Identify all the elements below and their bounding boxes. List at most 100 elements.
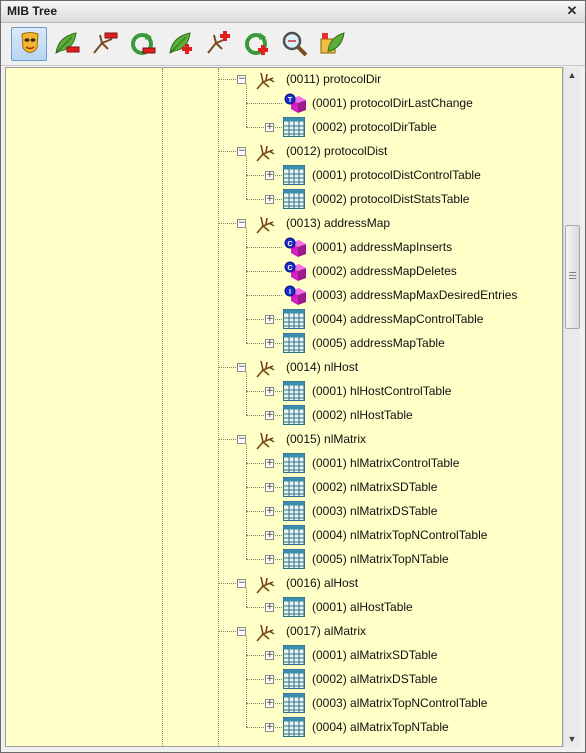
tree-leaf-node[interactable]: + (0001) alMatrixSDTable	[6, 644, 546, 668]
node-label[interactable]: (0002) alMatrixDSTable	[312, 672, 437, 686]
leaf-add-button[interactable]	[163, 27, 199, 61]
expand-toggle[interactable]: +	[265, 123, 274, 132]
tree-branch-node[interactable]: − (0017) alMatrix	[6, 620, 546, 644]
node-label[interactable]: (0002) protocolDistStatsTable	[312, 192, 469, 206]
tree-leaf-node[interactable]: + (0003) alMatrixTopNControlTable	[6, 692, 546, 716]
magnifier-button[interactable]	[277, 27, 313, 61]
tree-leaf-node[interactable]: + (0002) alMatrixDSTable	[6, 668, 546, 692]
collapse-toggle[interactable]: −	[237, 147, 246, 156]
expand-toggle[interactable]: +	[265, 531, 274, 540]
expand-toggle[interactable]: +	[265, 483, 274, 492]
expand-toggle[interactable]: +	[265, 555, 274, 564]
node-label[interactable]: (0001) protocolDistControlTable	[312, 168, 481, 182]
expand-toggle[interactable]: +	[265, 171, 274, 180]
tree-leaf-node[interactable]: + (0004) nlMatrixTopNControlTable	[6, 524, 546, 548]
mib-tree-view[interactable]: − (0011) protocolDir T (0001) protocolDirLa…	[5, 67, 563, 747]
node-label[interactable]: (0004) alMatrixTopNTable	[312, 720, 449, 734]
tree-leaf-node[interactable]: + (0004) alMatrixTopNTable	[6, 716, 546, 740]
expand-toggle[interactable]: +	[265, 723, 274, 732]
tree-leaf-node[interactable]: + (0005) nlMatrixTopNTable	[6, 548, 546, 572]
node-label[interactable]: (0002) protocolDirTable	[312, 120, 437, 134]
node-label[interactable]: (0014) nlHost	[286, 360, 358, 374]
refresh-remove-button[interactable]	[125, 27, 161, 61]
tree-branch-node[interactable]: − (0015) nlMatrix	[6, 428, 546, 452]
collapse-toggle[interactable]: −	[237, 219, 246, 228]
title-bar: MIB Tree ✕	[1, 1, 585, 23]
branch-remove-button[interactable]	[87, 27, 123, 61]
node-label[interactable]: (0003) nlMatrixDSTable	[312, 504, 437, 518]
expand-toggle[interactable]: +	[265, 339, 274, 348]
node-label[interactable]: (0001) protocolDirLastChange	[312, 96, 473, 110]
scroll-up-button[interactable]: ▲	[564, 67, 580, 83]
expand-toggle[interactable]: +	[265, 603, 274, 612]
scroll-thumb[interactable]	[565, 225, 580, 329]
tree-leaf-node[interactable]: + (0002) nlMatrixSDTable	[6, 476, 546, 500]
expand-toggle[interactable]: +	[265, 387, 274, 396]
expand-toggle[interactable]: +	[265, 507, 274, 516]
tree-leaf-node[interactable]: I (0003) addressMapMaxDesiredEntries	[6, 284, 546, 308]
node-label[interactable]: (0002) nlHostTable	[312, 408, 413, 422]
node-label[interactable]: (0017) alMatrix	[286, 624, 366, 638]
tree-leaf-node[interactable]: + (0001) hlHostControlTable	[6, 380, 546, 404]
node-label[interactable]: (0004) addressMapControlTable	[312, 312, 483, 326]
node-label[interactable]: (0003) alMatrixTopNControlTable	[312, 696, 487, 710]
table-icon-wrap	[283, 453, 305, 475]
collapse-toggle[interactable]: −	[237, 579, 246, 588]
scroll-down-button[interactable]: ▼	[564, 731, 580, 747]
expand-toggle[interactable]: +	[265, 195, 274, 204]
tree-leaf-node[interactable]: + (0002) protocolDistStatsTable	[6, 188, 546, 212]
close-button[interactable]: ✕	[565, 4, 579, 18]
collapse-toggle[interactable]: −	[237, 627, 246, 636]
tree-leaf-node[interactable]: + (0002) protocolDirTable	[6, 116, 546, 140]
expand-toggle[interactable]: +	[265, 699, 274, 708]
collapse-toggle[interactable]: −	[237, 75, 246, 84]
node-label[interactable]: (0016) alHost	[286, 576, 358, 590]
node-label[interactable]: (0012) protocolDist	[286, 144, 387, 158]
node-label[interactable]: (0005) nlMatrixTopNTable	[312, 552, 449, 566]
expand-toggle[interactable]: +	[265, 675, 274, 684]
tree-leaf-node[interactable]: + (0001) protocolDistControlTable	[6, 164, 546, 188]
expand-toggle[interactable]: +	[265, 411, 274, 420]
tree-leaf-node[interactable]: + (0001) alHostTable	[6, 596, 546, 620]
tree-branch-node[interactable]: − (0012) protocolDist	[6, 140, 546, 164]
scroll-grip	[569, 275, 576, 276]
node-label[interactable]: (0001) hlHostControlTable	[312, 384, 451, 398]
tree-branch-node[interactable]: − (0013) addressMap	[6, 212, 546, 236]
tree-leaf-node[interactable]: + (0003) nlMatrixDSTable	[6, 500, 546, 524]
branch-add-button[interactable]	[201, 27, 237, 61]
tree-leaf-node[interactable]: + (0004) addressMapControlTable	[6, 308, 546, 332]
node-label[interactable]: (0001) alMatrixSDTable	[312, 648, 437, 662]
tree-branch-node[interactable]: − (0014) nlHost	[6, 356, 546, 380]
tree-leaf-node[interactable]: + (0002) nlHostTable	[6, 404, 546, 428]
expand-toggle[interactable]: +	[265, 651, 274, 660]
tree-branch-node[interactable]: − (0011) protocolDir	[6, 68, 546, 92]
expand-toggle[interactable]: +	[265, 315, 274, 324]
tree-leaf-node[interactable]: + (0001) hlMatrixControlTable	[6, 452, 546, 476]
node-label[interactable]: (0001) alHostTable	[312, 600, 413, 614]
node-label[interactable]: (0002) addressMapDeletes	[312, 264, 457, 278]
tree-leaf-node[interactable]: C (0002) addressMapDeletes	[6, 260, 546, 284]
collapse-toggle[interactable]: −	[237, 363, 246, 372]
vertical-scrollbar[interactable]: ▲ ▼	[563, 67, 580, 747]
collapse-toggle[interactable]: −	[237, 435, 246, 444]
export-leaf-button[interactable]	[315, 27, 351, 61]
expand-toggle[interactable]: +	[265, 459, 274, 468]
table-icon	[283, 717, 305, 737]
tree-branch-node[interactable]: − (0016) alHost	[6, 572, 546, 596]
mask-button[interactable]	[11, 27, 47, 61]
tree-leaf-node[interactable]: C (0001) addressMapInserts	[6, 236, 546, 260]
node-label[interactable]: (0015) nlMatrix	[286, 432, 366, 446]
node-label[interactable]: (0011) protocolDir	[286, 72, 381, 86]
node-label[interactable]: (0001) hlMatrixControlTable	[312, 456, 459, 470]
node-label[interactable]: (0003) addressMapMaxDesiredEntries	[312, 288, 517, 302]
branch-icon	[256, 576, 275, 594]
refresh-add-button[interactable]	[239, 27, 275, 61]
node-label[interactable]: (0002) nlMatrixSDTable	[312, 480, 437, 494]
node-label[interactable]: (0001) addressMapInserts	[312, 240, 452, 254]
node-label[interactable]: (0013) addressMap	[286, 216, 390, 230]
node-label[interactable]: (0005) addressMapTable	[312, 336, 445, 350]
tree-leaf-node[interactable]: T (0001) protocolDirLastChange	[6, 92, 546, 116]
leaf-remove-button[interactable]	[49, 27, 85, 61]
tree-leaf-node[interactable]: + (0005) addressMapTable	[6, 332, 546, 356]
node-label[interactable]: (0004) nlMatrixTopNControlTable	[312, 528, 487, 542]
